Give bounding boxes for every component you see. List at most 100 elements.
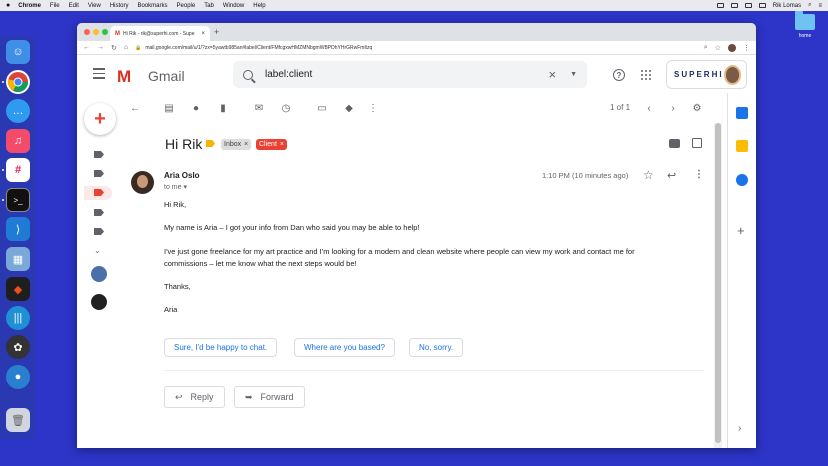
add-addon-icon[interactable]: +	[737, 223, 745, 238]
sender-avatar[interactable]	[131, 171, 154, 194]
menu-help[interactable]: Help	[253, 3, 265, 9]
photos-app-icon[interactable]: ✿	[6, 335, 30, 359]
menubar-user[interactable]: Rik Lomas	[773, 3, 801, 9]
wifi-icon[interactable]	[744, 3, 752, 8]
menu-window[interactable]: Window	[223, 3, 244, 9]
menu-people[interactable]: People	[177, 3, 196, 9]
clear-search-icon[interactable]: ×	[548, 67, 556, 82]
report-spam-icon[interactable]: ●	[190, 102, 202, 114]
menu-edit[interactable]: Edit	[69, 3, 79, 9]
forward-button[interactable]: ➥ Forward	[234, 386, 305, 408]
reload-icon[interactable]: ↻	[111, 44, 117, 52]
audio-app-icon[interactable]: |||	[6, 306, 30, 330]
maximize-window-button[interactable]	[102, 29, 108, 35]
menu-tab[interactable]: Tab	[204, 3, 214, 9]
keep-icon[interactable]	[736, 140, 748, 152]
main-menu-icon[interactable]	[93, 68, 105, 82]
newer-icon[interactable]: ‹	[643, 102, 655, 114]
tasks-icon[interactable]	[736, 174, 748, 186]
folder-icon[interactable]	[795, 11, 815, 30]
calendar-icon[interactable]	[736, 107, 748, 119]
menu-history[interactable]: History	[110, 3, 129, 9]
reply-icon[interactable]: ↩	[667, 169, 676, 182]
close-window-button[interactable]	[84, 29, 90, 35]
print-icon[interactable]	[669, 139, 680, 148]
gmail-logo-text[interactable]: Gmail	[148, 68, 185, 84]
older-icon[interactable]: ›	[667, 102, 679, 114]
search-icon[interactable]	[243, 69, 253, 80]
gmail-logo-icon[interactable]: M	[117, 67, 131, 87]
smart-reply-button[interactable]: No, sorry.	[409, 338, 464, 357]
reply-button[interactable]: ↩ Reply	[164, 386, 225, 408]
apple-icon[interactable]: ●	[6, 2, 10, 9]
url-field[interactable]: 🔒 mail.google.com/mail/u/1/?zx=5yawtb985…	[135, 45, 697, 51]
bookmark-star-icon[interactable]: ☆	[715, 44, 721, 52]
chrome-menu-icon[interactable]: ⋮	[743, 44, 750, 52]
snooze-icon[interactable]: ◷	[280, 102, 292, 114]
music-icon[interactable]: ♫	[6, 129, 30, 153]
account-switcher[interactable]: SUPERHI	[666, 60, 747, 89]
search-options-icon[interactable]: ▼	[570, 71, 577, 78]
menu-app-name[interactable]: Chrome	[18, 3, 41, 9]
inbox-label-chip[interactable]: Inbox ×	[221, 139, 252, 150]
smart-reply-button[interactable]: Where are you based?	[294, 338, 395, 357]
browser-tab[interactable]: M Hi Rik - rik@superhi.com - Supe ×	[110, 26, 210, 41]
figma-icon[interactable]: ◆	[6, 277, 30, 301]
hangouts-avatar[interactable]	[91, 266, 107, 282]
preview-icon[interactable]: ▦	[6, 247, 30, 271]
label-icon[interactable]	[94, 228, 104, 235]
status-icon[interactable]	[716, 3, 724, 8]
search-icon[interactable]: ⌕	[808, 2, 811, 9]
remove-label-icon[interactable]: ×	[280, 141, 284, 148]
vscode-icon[interactable]: ⟩	[6, 217, 30, 241]
open-new-window-icon[interactable]	[692, 138, 702, 148]
help-icon[interactable]: ?	[613, 69, 625, 81]
mark-unread-icon[interactable]: ✉	[253, 102, 265, 114]
chevron-right-icon[interactable]: ›	[738, 423, 741, 434]
sender-name[interactable]: Aria Oslo	[164, 171, 200, 180]
trash-icon[interactable]: 🗑	[6, 408, 30, 432]
chevron-down-icon[interactable]: ⌄	[94, 246, 101, 255]
status-icon[interactable]	[730, 3, 738, 8]
battery-icon[interactable]	[758, 3, 766, 8]
hangouts-avatar[interactable]	[91, 294, 107, 310]
label-icon[interactable]	[94, 151, 104, 158]
remove-label-icon[interactable]: ×	[244, 141, 248, 148]
importance-marker-icon[interactable]	[206, 140, 215, 147]
back-to-list-icon[interactable]: ←	[129, 102, 141, 114]
settings-gear-icon[interactable]: ⚙	[691, 102, 703, 114]
recipients-toggle[interactable]: to me ▾	[164, 183, 187, 191]
apps-grid-icon[interactable]	[641, 70, 651, 80]
more-actions-icon[interactable]: ⋮	[367, 102, 379, 114]
star-icon[interactable]: ☆	[643, 168, 654, 182]
more-options-icon[interactable]: ⋮	[694, 169, 704, 180]
move-to-icon[interactable]: ▭	[316, 102, 328, 114]
close-tab-icon[interactable]: ×	[201, 31, 205, 37]
minimize-window-button[interactable]	[93, 29, 99, 35]
profile-avatar[interactable]	[728, 43, 736, 52]
list-icon[interactable]: ≡	[818, 3, 822, 9]
archive-icon[interactable]: ▤	[163, 102, 175, 114]
finder-icon[interactable]: ☺	[6, 40, 30, 64]
terminal-icon[interactable]: >_	[6, 188, 30, 212]
scrollbar-thumb[interactable]	[715, 123, 721, 443]
new-tab-button[interactable]: +	[214, 27, 219, 37]
label-icon[interactable]	[94, 209, 104, 216]
forward-icon[interactable]: →	[97, 44, 104, 51]
home-icon[interactable]: ⌂	[124, 44, 128, 51]
messages-icon[interactable]: …	[6, 99, 30, 123]
menu-view[interactable]: View	[88, 3, 101, 9]
back-icon[interactable]: ←	[83, 44, 90, 51]
client-label-chip[interactable]: Client ×	[256, 139, 287, 150]
search-input[interactable]	[265, 69, 549, 80]
menu-file[interactable]: File	[50, 3, 60, 9]
label-icon[interactable]	[94, 170, 104, 177]
smart-reply-button[interactable]: Sure, I'd be happy to chat.	[164, 338, 278, 357]
labels-icon[interactable]: ◆	[343, 102, 355, 114]
delete-icon[interactable]: ▮	[217, 102, 229, 114]
chrome-icon[interactable]	[6, 70, 30, 94]
tweetbot-icon[interactable]: ●	[6, 365, 30, 389]
slack-icon[interactable]: #	[6, 158, 30, 182]
compose-button[interactable]: +	[84, 103, 116, 135]
menu-bookmarks[interactable]: Bookmarks	[138, 3, 168, 9]
